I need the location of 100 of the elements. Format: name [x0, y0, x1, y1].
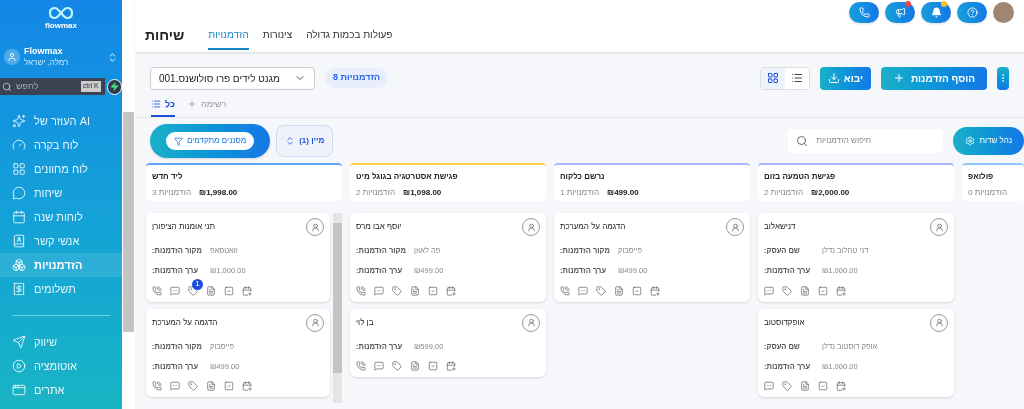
- document-icon[interactable]: [206, 381, 216, 391]
- checkbox-icon[interactable]: [818, 381, 828, 391]
- nav-item[interactable]: שיחות: [0, 181, 122, 205]
- header-action-button[interactable]: [885, 2, 915, 23]
- tab[interactable]: פעולות בכמות גדולה: [306, 27, 393, 50]
- phone-call-icon[interactable]: [560, 285, 570, 296]
- nav-item[interactable]: אוטומציה: [0, 354, 122, 378]
- nav-item[interactable]: לוח בקרה: [0, 133, 122, 157]
- header-action-button[interactable]: [849, 2, 879, 23]
- card-title: אופקדוסטוב: [764, 316, 805, 329]
- calendar-icon[interactable]: [242, 285, 252, 296]
- user-icon: [526, 318, 536, 327]
- nodes-icon: [12, 258, 26, 272]
- tag-icon[interactable]: [392, 360, 402, 371]
- calendar-icon[interactable]: [242, 381, 252, 391]
- phone-call-icon[interactable]: [356, 285, 366, 296]
- more-button[interactable]: [997, 66, 1009, 90]
- nav-item[interactable]: לוח מחוונים: [0, 157, 122, 181]
- plus-icon: [186, 99, 197, 110]
- phone-call-icon[interactable]: [152, 381, 162, 391]
- checkbox-icon[interactable]: [224, 381, 234, 391]
- column-title: פגישת אסטרטגיה בגוגל מיט: [356, 171, 459, 183]
- count-badge: 1: [192, 278, 203, 290]
- grid-view-icon: [766, 72, 779, 84]
- send-icon: [12, 335, 26, 349]
- pipeline-select[interactable]: מגנט לידים פרו סולושנס.001: [150, 66, 315, 90]
- chat-bubble-icon[interactable]: [764, 285, 774, 296]
- expand-icon: [107, 51, 118, 63]
- column-count: הזדמנויות 3: [152, 187, 192, 199]
- browser-window-icon: [12, 383, 26, 397]
- card-title: בן לוי: [356, 316, 374, 329]
- nav-item[interactable]: אתרים: [0, 378, 122, 402]
- calendar-icon[interactable]: [650, 285, 660, 296]
- chat-bubble-icon[interactable]: [170, 285, 180, 296]
- document-icon[interactable]: [206, 285, 216, 296]
- advanced-filters-button[interactable]: מסננים מתקדמים: [166, 132, 255, 150]
- header-action-button[interactable]: [921, 2, 951, 23]
- view-button[interactable]: [760, 67, 785, 89]
- tag-icon[interactable]: [596, 285, 606, 296]
- header-action-button[interactable]: [957, 2, 987, 23]
- checkbox-icon[interactable]: [224, 285, 234, 296]
- card-title: תני אומנות הציפורן: [152, 221, 216, 233]
- tag-icon[interactable]: [392, 285, 402, 296]
- checkbox-icon[interactable]: [632, 285, 642, 296]
- document-icon[interactable]: [800, 285, 810, 296]
- column-scrollbar[interactable]: [333, 213, 342, 403]
- user-icon: [730, 222, 740, 232]
- calendar-icon[interactable]: [446, 285, 456, 296]
- play-circle-icon: [12, 359, 26, 373]
- scrollbar[interactable]: [123, 112, 134, 332]
- chat-bubble-icon[interactable]: [170, 381, 180, 391]
- tab[interactable]: צינורות: [262, 27, 293, 50]
- gauge-icon: [12, 138, 26, 152]
- card-title: הדגמה על המערכת: [560, 221, 626, 233]
- view-tab[interactable]: רשימה: [186, 97, 227, 117]
- megaphone-icon: [894, 7, 906, 18]
- calendar-icon: [12, 210, 26, 224]
- chat-bubble-icon[interactable]: [374, 285, 384, 296]
- avatar[interactable]: [993, 2, 1014, 23]
- add-button[interactable]: הוסף הזדמנות: [880, 66, 987, 90]
- phone-call-icon[interactable]: [152, 285, 162, 296]
- search-icon: [2, 81, 12, 92]
- nav-item[interactable]: הזדמנויות: [0, 253, 122, 277]
- funnel-icon: [174, 136, 183, 146]
- quick-action-button[interactable]: [106, 78, 122, 95]
- tag-icon[interactable]: [782, 381, 792, 391]
- nav-item[interactable]: אנשי קשר: [0, 229, 122, 253]
- checkbox-icon[interactable]: [818, 285, 828, 296]
- checkbox-icon[interactable]: [428, 285, 438, 296]
- tag-icon[interactable]: [188, 381, 198, 391]
- document-icon[interactable]: [410, 285, 420, 296]
- import-button[interactable]: יבוא: [819, 66, 871, 90]
- document-icon[interactable]: [614, 285, 624, 296]
- nav-item[interactable]: שיווק: [0, 330, 122, 354]
- chat-bubble-icon[interactable]: [764, 381, 774, 391]
- nav-item[interactable]: העוזר של AI: [0, 109, 122, 133]
- chat-bubble-icon: [12, 186, 26, 200]
- phone-call-icon[interactable]: [356, 360, 366, 371]
- column-count: הזדמנויות 1: [560, 187, 600, 199]
- tab[interactable]: הזדמנויות: [208, 27, 249, 50]
- document-icon[interactable]: [800, 381, 810, 391]
- column-total: ₪1,998.00: [199, 187, 238, 199]
- nav-item[interactable]: לוחות שנה: [0, 205, 122, 229]
- search-field[interactable]: חיפוש הזדמנויות: [788, 129, 944, 153]
- calendar-icon[interactable]: [446, 360, 456, 371]
- column-count: הזדמנויות 0: [968, 187, 1008, 199]
- chat-bubble-icon[interactable]: [374, 360, 384, 371]
- manage-fields-button[interactable]: נהל שדות: [953, 127, 1024, 155]
- tag-icon[interactable]: [188, 285, 198, 296]
- column-count: הזדמנויות 2: [356, 187, 396, 199]
- tag-icon[interactable]: [782, 285, 792, 296]
- checkbox-icon[interactable]: [428, 360, 438, 371]
- calendar-icon[interactable]: [836, 285, 846, 296]
- bell-icon: [930, 7, 942, 18]
- chat-bubble-icon[interactable]: [578, 285, 588, 296]
- calendar-icon[interactable]: [836, 381, 846, 391]
- view-tab[interactable]: כל: [151, 97, 175, 117]
- document-icon[interactable]: [410, 360, 420, 371]
- nav-item[interactable]: תשלומים: [0, 277, 122, 301]
- sort-button[interactable]: מיין (1): [276, 125, 334, 157]
